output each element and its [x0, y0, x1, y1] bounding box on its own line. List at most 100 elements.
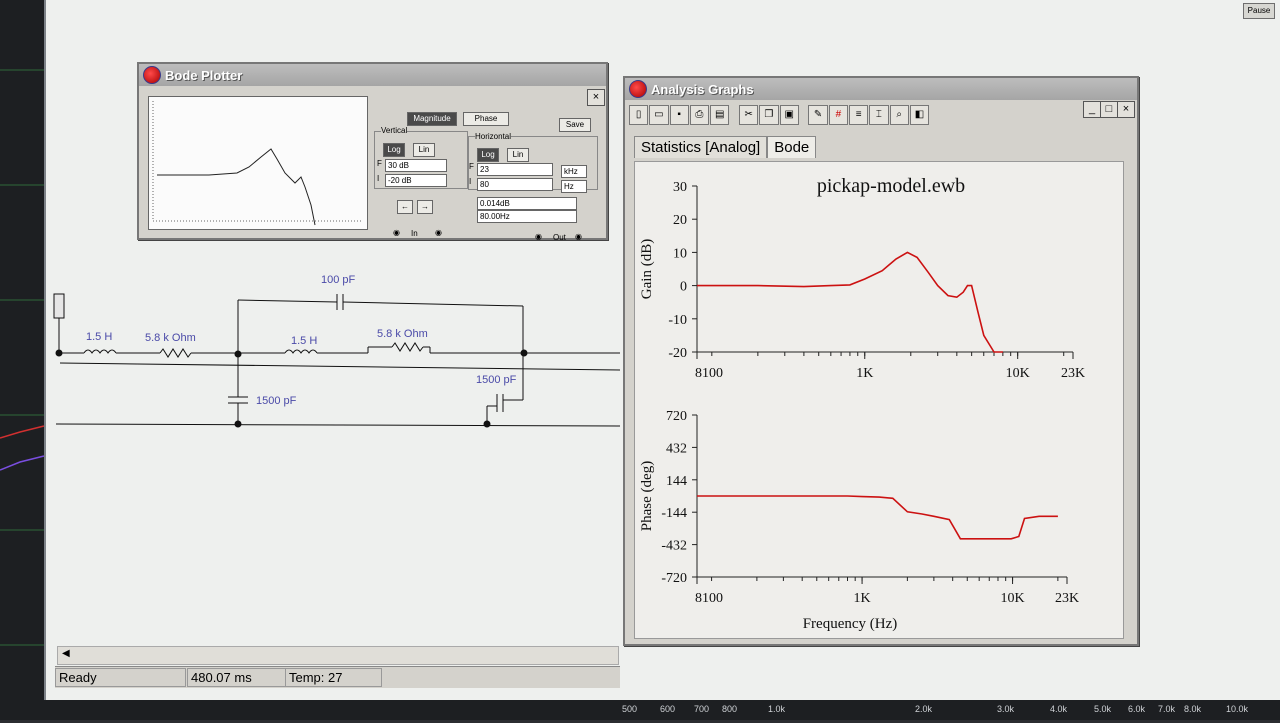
- print-icon[interactable]: ⎙: [689, 105, 710, 125]
- status-ready: Ready: [55, 668, 186, 687]
- in-terminal-icon[interactable]: ◉: [435, 228, 442, 237]
- bode-display: [148, 96, 368, 230]
- phase-button[interactable]: Phase: [463, 112, 509, 126]
- junction-dot: [234, 420, 242, 428]
- x-tick-label: 1K: [854, 591, 871, 606]
- vertical-i-label: I: [377, 174, 380, 183]
- y-axis-label: Phase (deg): [639, 461, 655, 531]
- new-file-icon[interactable]: ▯: [629, 105, 649, 125]
- maximize-button[interactable]: □: [1100, 101, 1118, 118]
- bode-plotter-titlebar[interactable]: Bode Plotter: [139, 64, 606, 86]
- bottom-axis-tick: 2.0k: [915, 704, 933, 714]
- junction-dot: [234, 350, 242, 358]
- print-preview-icon[interactable]: ▤: [710, 105, 730, 125]
- out-terminal-icon[interactable]: ◉: [535, 232, 542, 241]
- bottom-axis-tick: 500: [622, 704, 638, 714]
- horizontal-label: Horizontal: [475, 132, 512, 141]
- grid-icon[interactable]: #: [828, 105, 848, 125]
- y-tick-label: -432: [661, 539, 687, 554]
- horizontal-initial-unit[interactable]: Hz: [561, 180, 587, 193]
- bottom-axis-tick: 5.0k: [1094, 704, 1112, 714]
- bottom-axis-tick: 1.0k: [768, 704, 786, 714]
- y-tick-label: 720: [666, 409, 687, 424]
- out-terminal-icon[interactable]: ◉: [575, 232, 582, 241]
- magnitude-button[interactable]: Magnitude: [407, 112, 457, 126]
- save-icon[interactable]: ▪: [669, 105, 689, 125]
- data-series-line: [697, 251, 1003, 353]
- zoom-icon[interactable]: ⌕: [889, 105, 909, 125]
- scroll-left-icon[interactable]: ◀: [62, 648, 70, 659]
- save-button[interactable]: Save: [559, 118, 591, 132]
- y-tick-label: 10: [673, 246, 687, 261]
- x-tick-label: 8100: [695, 591, 723, 606]
- inductor-2: [284, 349, 318, 354]
- junction-dot: [55, 349, 63, 357]
- capacitor-top-label: 100 pF: [321, 274, 356, 286]
- horizontal-initial-field[interactable]: 80: [477, 178, 553, 191]
- readout-db: 0.014dB: [477, 197, 577, 210]
- cursors-icon[interactable]: ⌶: [869, 105, 889, 125]
- tab-bode[interactable]: Bode: [767, 136, 817, 158]
- bode-plotter-window[interactable]: Bode Plotter × Magnitude Phase Save Vert…: [137, 62, 608, 242]
- copy-graph-icon[interactable]: ◧: [909, 105, 930, 125]
- horizontal-final-field[interactable]: 23: [477, 163, 553, 176]
- horizontal-scrollbar[interactable]: ◀: [57, 646, 619, 665]
- out-label: Out: [553, 233, 566, 242]
- y-tick-label: 30: [673, 180, 687, 195]
- inductor-1: [83, 349, 117, 354]
- resistor-1: [159, 348, 192, 358]
- bottom-axis-tick: 800: [722, 704, 738, 714]
- vertical-final-field[interactable]: 30 dB: [385, 159, 447, 172]
- toolbar-separator: [800, 105, 808, 129]
- horizontal-log-button[interactable]: Log: [477, 148, 499, 162]
- app-icon: [629, 80, 647, 98]
- analysis-graphs-window[interactable]: Analysis Graphs _ □ × ▯ ▭ ▪ ⎙ ▤ ✂ ❐ ▣ ✎ …: [623, 76, 1139, 646]
- toolbar-separator: [730, 105, 738, 129]
- horizontal-final-unit[interactable]: kHz: [561, 165, 587, 178]
- bottom-axis-tick: 6.0k: [1128, 704, 1146, 714]
- resistor-2-label: 5.8 k Ohm: [377, 328, 428, 340]
- bottom-axis-tick: 7.0k: [1158, 704, 1176, 714]
- open-folder-icon[interactable]: ▭: [649, 105, 669, 125]
- x-tick-label: 23K: [1061, 366, 1085, 381]
- status-time: 480.07 ms: [187, 668, 286, 687]
- bode-controls: Magnitude Phase Save Vertical Log Lin F …: [373, 104, 598, 244]
- tab-statistics[interactable]: Statistics [Analog]: [634, 136, 768, 158]
- resistor-1-label: 5.8 k Ohm: [145, 332, 196, 344]
- analysis-graphs-title: Analysis Graphs: [651, 81, 754, 97]
- vertical-log-button[interactable]: Log: [383, 143, 405, 157]
- copy-icon[interactable]: ❐: [759, 105, 779, 125]
- properties-icon[interactable]: ✎: [808, 105, 828, 125]
- y-tick-label: 0: [680, 280, 687, 295]
- minimize-button[interactable]: _: [1083, 101, 1101, 118]
- close-button[interactable]: ×: [1117, 101, 1135, 118]
- bode-trace: [157, 148, 316, 226]
- status-temp: Temp: 27: [285, 668, 382, 687]
- right-arrow-button[interactable]: →: [417, 200, 433, 214]
- in-terminal-icon[interactable]: ◉: [393, 228, 400, 237]
- status-bar: Ready 480.07 ms Temp: 27: [55, 666, 620, 688]
- bode-plotter-title: Bode Plotter: [165, 67, 243, 83]
- y-tick-label: 144: [666, 474, 687, 489]
- graph-tabs: Statistics [Analog] Bode: [634, 136, 817, 158]
- y-tick-label: 432: [666, 441, 687, 456]
- y-tick-label: -144: [661, 506, 687, 521]
- x-tick-label: 23K: [1055, 591, 1079, 606]
- vertical-lin-button[interactable]: Lin: [413, 143, 435, 157]
- vertical-initial-field[interactable]: -20 dB: [385, 174, 447, 187]
- analysis-graphs-titlebar[interactable]: Analysis Graphs: [625, 78, 1137, 100]
- left-arrow-button[interactable]: ←: [397, 200, 413, 214]
- horizontal-lin-button[interactable]: Lin: [507, 148, 529, 162]
- capacitor-right-label: 1500 pF: [476, 374, 517, 386]
- cut-icon[interactable]: ✂: [739, 105, 759, 125]
- vertical-f-label: F: [377, 159, 382, 168]
- horizontal-f-label: F: [469, 162, 474, 171]
- data-series-line: [697, 495, 1058, 540]
- pause-button[interactable]: Pause: [1243, 3, 1275, 19]
- paste-icon[interactable]: ▣: [779, 105, 799, 125]
- x-axis-label: Frequency (Hz): [803, 616, 898, 632]
- app-icon: [143, 66, 161, 84]
- legend-icon[interactable]: ≡: [849, 105, 869, 125]
- y-tick-label: 20: [673, 213, 687, 228]
- y-tick-label: -10: [668, 313, 687, 328]
